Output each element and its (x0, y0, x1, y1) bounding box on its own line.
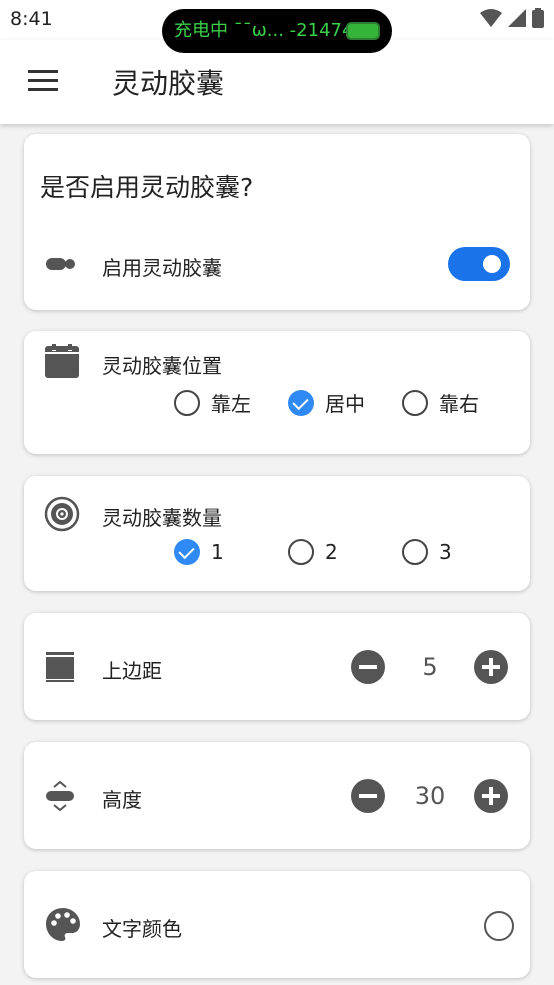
height-label: 高度 (102, 788, 142, 812)
enable-heading: 是否启用灵动胶囊? (40, 173, 254, 202)
palette-icon (44, 906, 82, 948)
height-icon (44, 780, 76, 816)
page-title: 灵动胶囊 (112, 67, 225, 100)
top-margin-decrease-button[interactable] (351, 650, 385, 684)
calendar-icon (44, 343, 80, 383)
position-option-right[interactable]: 靠右 (402, 388, 479, 417)
enable-card: 是否启用灵动胶囊? 启用灵动胶囊 (24, 134, 530, 310)
count-card: 灵动胶囊数量 1 2 3 (24, 476, 530, 591)
toggle-knob (483, 255, 501, 273)
signal-icon (508, 9, 526, 27)
island-text: 充电中 ¯¯ω... -21474 (174, 20, 354, 41)
position-label: 灵动胶囊位置 (102, 354, 222, 378)
status-icons (480, 8, 544, 28)
text-color-swatch[interactable] (484, 911, 514, 941)
radio-checked-icon (288, 389, 314, 416)
count-options: 1 2 3 (174, 539, 452, 565)
target-icon (44, 496, 80, 536)
radio-checked-icon (174, 539, 200, 565)
battery-icon (532, 8, 544, 28)
enable-label: 启用灵动胶囊 (102, 256, 222, 280)
top-margin-increase-button[interactable] (474, 650, 508, 684)
island-battery-icon (346, 22, 380, 40)
top-margin-card: 上边距 5 (24, 613, 530, 720)
count-option-label: 3 (439, 540, 452, 564)
radio-circle (174, 389, 200, 416)
position-option-label: 靠左 (211, 392, 251, 416)
status-time: 8:41 (10, 8, 53, 30)
menu-icon[interactable] (22, 66, 66, 98)
position-option-label: 居中 (325, 392, 365, 416)
count-option-2[interactable]: 2 (288, 539, 402, 565)
height-card: 高度 30 (24, 742, 530, 849)
top-margin-icon (44, 651, 76, 687)
position-option-left[interactable]: 靠左 (174, 388, 288, 417)
position-option-label: 靠右 (439, 392, 479, 416)
text-color-card[interactable]: 文字颜色 (24, 871, 530, 978)
position-option-center[interactable]: 居中 (288, 388, 402, 417)
count-label: 灵动胶囊数量 (102, 506, 222, 530)
radio-circle (402, 389, 428, 416)
position-card: 灵动胶囊位置 靠左 居中 靠右 (24, 331, 530, 454)
position-options: 靠左 居中 靠右 (174, 388, 479, 417)
count-option-3[interactable]: 3 (402, 539, 452, 565)
capsule-icon (44, 256, 76, 276)
height-decrease-button[interactable] (351, 779, 385, 813)
top-margin-value: 5 (422, 653, 438, 681)
enable-toggle[interactable] (448, 247, 510, 281)
height-value: 30 (414, 782, 446, 810)
radio-circle (288, 539, 314, 565)
dynamic-island: 充电中 ¯¯ω... -21474 (162, 9, 392, 53)
radio-circle (402, 539, 428, 565)
text-color-label: 文字颜色 (102, 917, 182, 941)
wifi-icon (480, 9, 502, 27)
count-option-label: 2 (325, 540, 338, 564)
count-option-1[interactable]: 1 (174, 539, 288, 565)
height-increase-button[interactable] (474, 779, 508, 813)
top-margin-label: 上边距 (102, 659, 162, 683)
count-option-label: 1 (211, 540, 224, 564)
